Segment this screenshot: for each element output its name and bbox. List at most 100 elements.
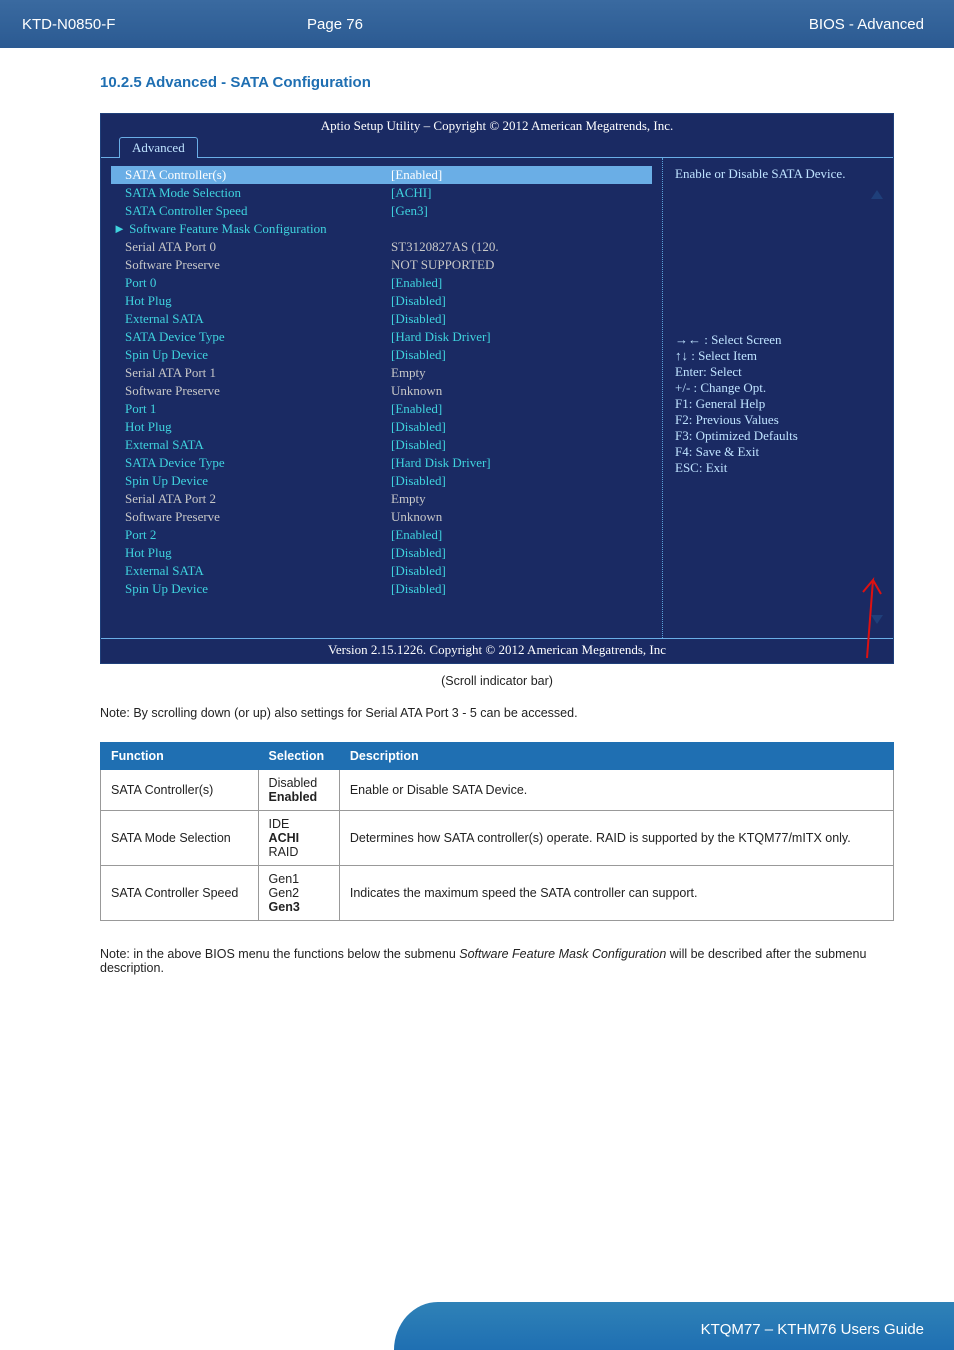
callout-arrow-icon bbox=[859, 570, 891, 660]
bios-setting-row[interactable]: External SATA[Disabled] bbox=[111, 562, 652, 580]
bios-tab-advanced[interactable]: Advanced bbox=[119, 137, 198, 158]
document-header: KTD-N0850-F Page 76 BIOS - Advanced bbox=[0, 0, 954, 48]
bios-setting-row[interactable]: External SATA[Disabled] bbox=[111, 436, 652, 454]
bios-setting-key: Port 2 bbox=[111, 526, 391, 544]
table-cell-function: SATA Controller Speed bbox=[101, 866, 259, 921]
bios-help-key: ESC: Exit bbox=[675, 460, 885, 476]
bios-setting-key: External SATA bbox=[111, 310, 391, 328]
bios-setting-row[interactable]: Hot Plug[Disabled] bbox=[111, 544, 652, 562]
bios-setting-value: Empty bbox=[391, 490, 652, 508]
bios-setting-row[interactable]: Software PreserveUnknown bbox=[111, 508, 652, 526]
bios-help-keys: →← : Select Screen↑↓ : Select ItemEnter:… bbox=[675, 332, 885, 476]
bios-setting-value: [Enabled] bbox=[391, 400, 652, 418]
scroll-note: Note: By scrolling down (or up) also set… bbox=[100, 706, 894, 720]
bios-help-panel: Enable or Disable SATA Device. →← : Sele… bbox=[663, 158, 893, 638]
bios-setting-row[interactable]: Software PreserveUnknown bbox=[111, 382, 652, 400]
function-table: FunctionSelectionDescription SATA Contro… bbox=[100, 742, 894, 921]
bios-setting-row[interactable]: Hot Plug[Disabled] bbox=[111, 292, 652, 310]
bios-setting-value: [Disabled] bbox=[391, 580, 652, 598]
bios-help-key: F4: Save & Exit bbox=[675, 444, 885, 460]
doc-section: BIOS - Advanced bbox=[465, 16, 954, 33]
submenu-note: Note: in the above BIOS menu the functio… bbox=[100, 947, 894, 975]
bios-setting-value: NOT SUPPORTED bbox=[391, 256, 652, 274]
table-cell-selection: DisabledEnabled bbox=[258, 770, 339, 811]
bios-setting-row[interactable]: Spin Up Device[Disabled] bbox=[111, 580, 652, 598]
table-cell-description: Enable or Disable SATA Device. bbox=[339, 770, 893, 811]
bios-setting-value: [Disabled] bbox=[391, 562, 652, 580]
bios-setting-row[interactable]: Serial ATA Port 0ST3120827AS (120. bbox=[111, 238, 652, 256]
bios-help-key: +/- : Change Opt. bbox=[675, 380, 885, 396]
bios-setting-row[interactable]: Hot Plug[Disabled] bbox=[111, 418, 652, 436]
bios-setting-row[interactable]: Software PreserveNOT SUPPORTED bbox=[111, 256, 652, 274]
bios-setting-row[interactable]: SATA Device Type[Hard Disk Driver] bbox=[111, 328, 652, 346]
bios-setting-value: Unknown bbox=[391, 508, 652, 526]
bios-setting-value: [Enabled] bbox=[391, 526, 652, 544]
bios-help-key: F2: Previous Values bbox=[675, 412, 885, 428]
bios-setting-row[interactable]: Spin Up Device[Disabled] bbox=[111, 346, 652, 364]
bios-setting-key: Serial ATA Port 2 bbox=[111, 490, 391, 508]
table-row: SATA Mode SelectionIDEACHIRAIDDetermines… bbox=[101, 811, 894, 866]
bios-setting-row[interactable]: External SATA[Disabled] bbox=[111, 310, 652, 328]
table-header: Description bbox=[339, 743, 893, 770]
bios-setting-key: Spin Up Device bbox=[111, 346, 391, 364]
bios-setting-value: [Disabled] bbox=[391, 472, 652, 490]
table-header: Function bbox=[101, 743, 259, 770]
bios-setting-key: Software Preserve bbox=[111, 256, 391, 274]
bios-setting-row[interactable]: Spin Up Device[Disabled] bbox=[111, 472, 652, 490]
bios-help-key: ↑↓ : Select Item bbox=[675, 348, 885, 364]
table-cell-description: Determines how SATA controller(s) operat… bbox=[339, 811, 893, 866]
table-cell-function: SATA Mode Selection bbox=[101, 811, 259, 866]
bios-setting-row[interactable]: Port 1[Enabled] bbox=[111, 400, 652, 418]
bios-help-key: F3: Optimized Defaults bbox=[675, 428, 885, 444]
bios-version-footer: Version 2.15.1226. Copyright © 2012 Amer… bbox=[101, 638, 893, 663]
bios-setting-row[interactable]: SATA Controller(s)[Enabled] bbox=[111, 166, 652, 184]
bios-setting-value bbox=[391, 220, 652, 238]
bios-setting-value: [Disabled] bbox=[391, 346, 652, 364]
bios-screenshot: Aptio Setup Utility – Copyright © 2012 A… bbox=[100, 113, 894, 664]
bios-help-description: Enable or Disable SATA Device. bbox=[675, 166, 885, 182]
bios-setting-key: ► Software Feature Mask Configuration bbox=[111, 220, 391, 238]
bios-help-key: F1: General Help bbox=[675, 396, 885, 412]
bios-setting-key: Spin Up Device bbox=[111, 580, 391, 598]
bios-setting-value: [Enabled] bbox=[391, 274, 652, 292]
table-cell-description: Indicates the maximum speed the SATA con… bbox=[339, 866, 893, 921]
bios-setting-key: Port 0 bbox=[111, 274, 391, 292]
bios-setting-value: [ACHI] bbox=[391, 184, 652, 202]
table-cell-selection: IDEACHIRAID bbox=[258, 811, 339, 866]
table-row: SATA Controller SpeedGen1Gen2Gen3Indicat… bbox=[101, 866, 894, 921]
bios-setting-row[interactable]: Serial ATA Port 2Empty bbox=[111, 490, 652, 508]
bios-settings-panel: SATA Controller(s)[Enabled]SATA Mode Sel… bbox=[101, 158, 663, 638]
bios-setting-key: Spin Up Device bbox=[111, 472, 391, 490]
bios-help-key: →← : Select Screen bbox=[675, 332, 885, 348]
bios-setting-row[interactable]: SATA Mode Selection[ACHI] bbox=[111, 184, 652, 202]
bios-setting-value: [Hard Disk Driver] bbox=[391, 328, 652, 346]
document-footer: KTQM77 – KTHM76 Users Guide bbox=[0, 1296, 954, 1350]
bios-setting-row[interactable]: ► Software Feature Mask Configuration bbox=[111, 220, 652, 238]
bios-setting-value: [Hard Disk Driver] bbox=[391, 454, 652, 472]
bios-title: Aptio Setup Utility – Copyright © 2012 A… bbox=[101, 114, 893, 136]
bios-setting-value: Unknown bbox=[391, 382, 652, 400]
footer-guide-title: KTQM77 – KTHM76 Users Guide bbox=[701, 1321, 924, 1338]
table-cell-function: SATA Controller(s) bbox=[101, 770, 259, 811]
page-number: Page 76 bbox=[205, 16, 465, 33]
scroll-caption: (Scroll indicator bar) bbox=[100, 674, 894, 688]
bios-setting-key: Port 1 bbox=[111, 400, 391, 418]
bios-setting-row[interactable]: Port 0[Enabled] bbox=[111, 274, 652, 292]
bios-setting-value: [Enabled] bbox=[391, 166, 652, 184]
bios-setting-row[interactable]: Serial ATA Port 1Empty bbox=[111, 364, 652, 382]
bios-setting-key: SATA Controller Speed bbox=[111, 202, 391, 220]
doc-code: KTD-N0850-F bbox=[0, 16, 205, 33]
bios-setting-row[interactable]: SATA Device Type[Hard Disk Driver] bbox=[111, 454, 652, 472]
bios-setting-row[interactable]: SATA Controller Speed[Gen3] bbox=[111, 202, 652, 220]
bios-setting-key: SATA Mode Selection bbox=[111, 184, 391, 202]
section-title: 10.2.5 Advanced - SATA Configuration bbox=[100, 74, 894, 91]
bios-setting-value: [Disabled] bbox=[391, 544, 652, 562]
bios-setting-key: Software Preserve bbox=[111, 508, 391, 526]
bios-setting-key: SATA Controller(s) bbox=[111, 166, 391, 184]
scroll-up-icon bbox=[871, 190, 883, 199]
bios-setting-value: Empty bbox=[391, 364, 652, 382]
bios-setting-row[interactable]: Port 2[Enabled] bbox=[111, 526, 652, 544]
bios-setting-value: [Disabled] bbox=[391, 310, 652, 328]
bios-help-key: Enter: Select bbox=[675, 364, 885, 380]
bios-setting-key: Hot Plug bbox=[111, 418, 391, 436]
